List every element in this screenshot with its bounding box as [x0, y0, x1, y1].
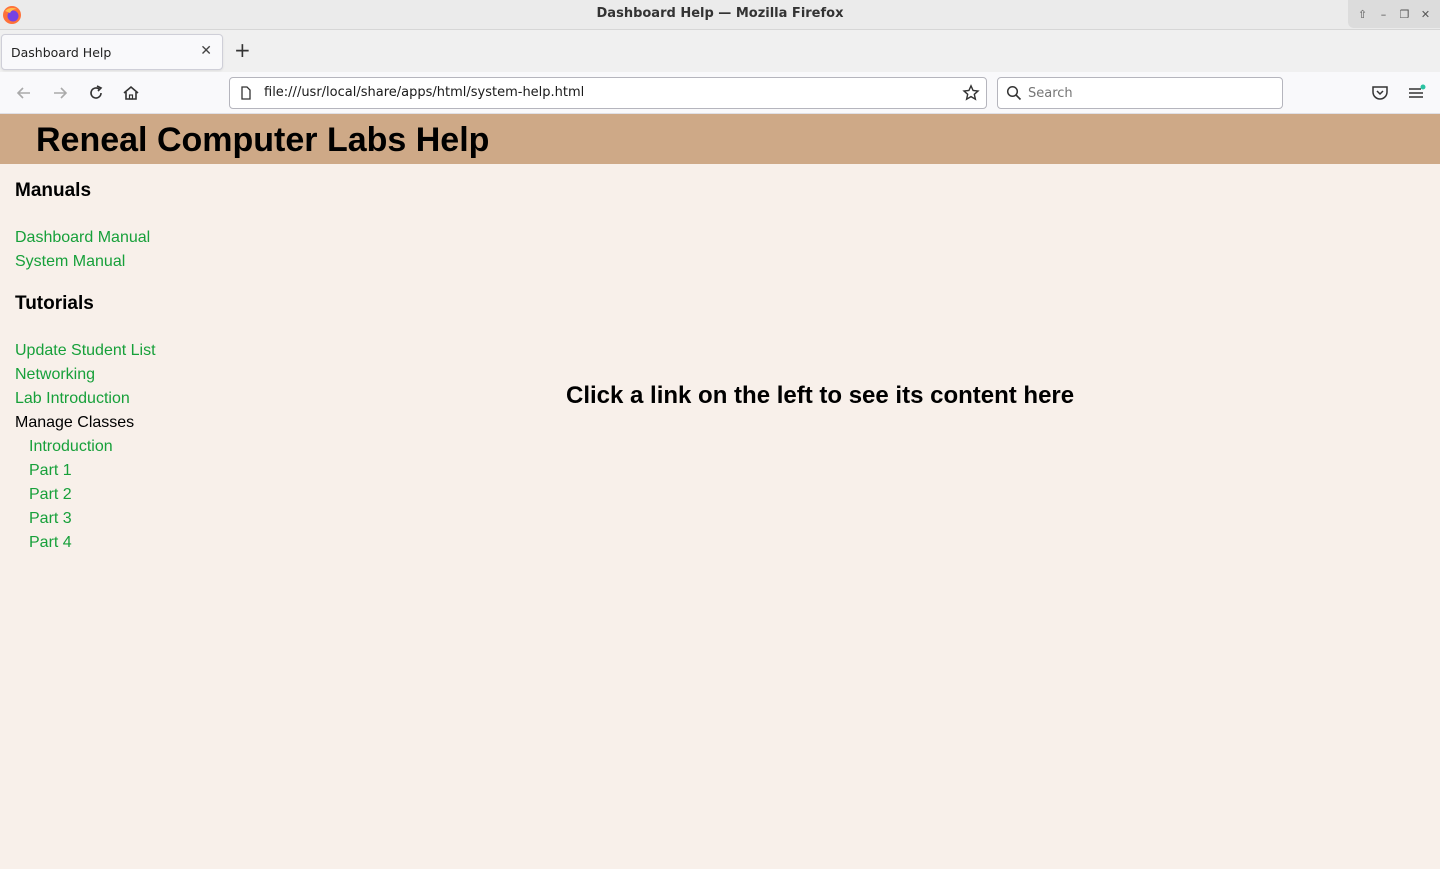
- home-icon: [123, 85, 139, 100]
- home-button[interactable]: [121, 83, 141, 103]
- help-sidebar: Manuals Dashboard Manual System Manual T…: [15, 180, 255, 555]
- navigation-bar: file:///usr/local/share/apps/html/system…: [0, 72, 1440, 114]
- window-controls: ⇧ – ❐ ✕: [1348, 0, 1440, 28]
- tab-close-icon[interactable]: ✕: [200, 43, 212, 59]
- link-networking[interactable]: Networking: [15, 363, 255, 387]
- search-bar[interactable]: [997, 77, 1283, 109]
- tab-label: Dashboard Help: [11, 45, 112, 60]
- link-manage-classes-introduction[interactable]: Introduction: [15, 435, 255, 459]
- back-arrow-icon: [16, 87, 30, 99]
- manage-classes-label: Manage Classes: [15, 414, 135, 431]
- manuals-heading: Manuals: [15, 180, 92, 201]
- reload-button[interactable]: [86, 83, 106, 103]
- page-content: Reneal Computer Labs Help Manuals Dashbo…: [0, 114, 1440, 869]
- search-icon: [1006, 85, 1022, 101]
- link-system-manual[interactable]: System Manual: [15, 250, 255, 274]
- page-title: Reneal Computer Labs Help: [36, 121, 490, 159]
- link-manage-classes-part-2[interactable]: Part 2: [15, 483, 255, 507]
- back-button[interactable]: [14, 83, 34, 103]
- forward-button[interactable]: [50, 83, 70, 103]
- forward-arrow-icon: [54, 87, 68, 99]
- up-arrow-icon[interactable]: ⇧: [1355, 8, 1371, 21]
- restore-icon[interactable]: ❐: [1397, 8, 1413, 21]
- close-icon[interactable]: ✕: [1418, 8, 1434, 21]
- search-input[interactable]: [1028, 83, 1268, 103]
- pocket-icon[interactable]: [1370, 83, 1390, 103]
- link-lab-introduction[interactable]: Lab Introduction: [15, 387, 255, 411]
- tab-dashboard-help[interactable]: Dashboard Help ✕: [1, 34, 223, 70]
- window-titlebar: Dashboard Help — Mozilla Firefox ⇧ – ❐ ✕: [0, 0, 1440, 30]
- link-update-student-list[interactable]: Update Student List: [15, 339, 255, 363]
- minimize-icon[interactable]: –: [1376, 8, 1392, 21]
- reload-icon: [90, 85, 103, 99]
- new-tab-button[interactable]: +: [234, 40, 251, 60]
- link-manage-classes-part-4[interactable]: Part 4: [15, 531, 255, 555]
- page-icon: [241, 86, 251, 100]
- app-menu-icon[interactable]: [1406, 83, 1426, 103]
- page-header: Reneal Computer Labs Help: [0, 114, 1440, 164]
- url-text[interactable]: file:///usr/local/share/apps/html/system…: [264, 85, 584, 100]
- bookmark-star-icon[interactable]: [962, 84, 980, 102]
- content-placeholder-message: Click a link on the left to see its cont…: [566, 382, 1075, 409]
- window-title: Dashboard Help — Mozilla Firefox: [596, 6, 844, 21]
- url-bar[interactable]: file:///usr/local/share/apps/html/system…: [229, 77, 987, 109]
- tab-strip: Dashboard Help ✕ +: [0, 30, 1440, 72]
- link-dashboard-manual[interactable]: Dashboard Manual: [15, 226, 255, 250]
- link-manage-classes-part-1[interactable]: Part 1: [15, 459, 255, 483]
- tutorials-heading: Tutorials: [15, 293, 94, 314]
- link-manage-classes-part-3[interactable]: Part 3: [15, 507, 255, 531]
